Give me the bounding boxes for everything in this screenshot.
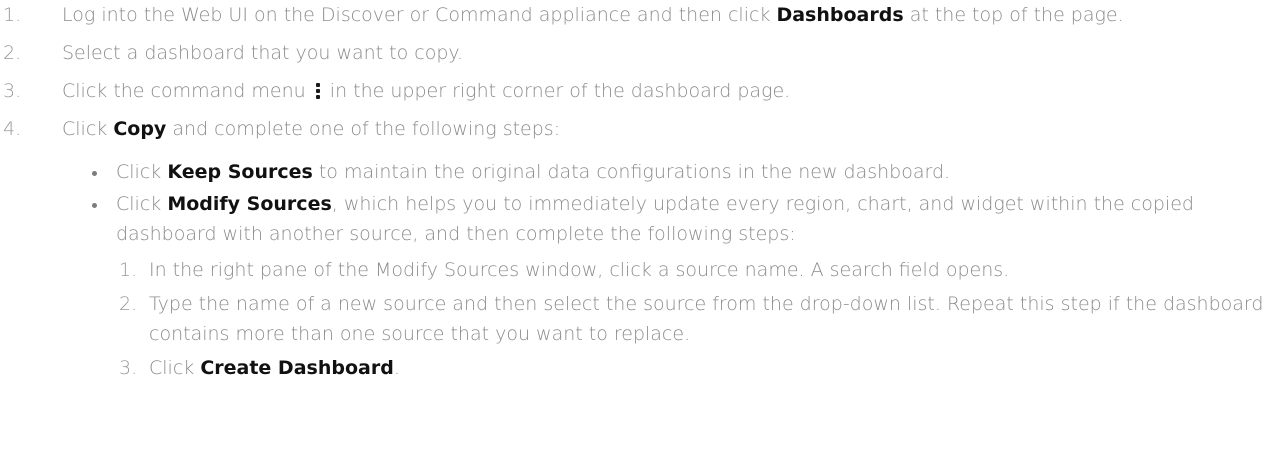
substep-number: 2. — [119, 293, 138, 315]
step-3: 3. Click the command menu in the upper r… — [0, 76, 1279, 106]
substep-text: Type the name of a new source and then s… — [149, 293, 1264, 345]
substep-1: 1. In the right pane of the Modify Sourc… — [116, 255, 1279, 285]
step-number: 1. — [3, 4, 22, 26]
copy-options: Click Keep Sources to maintain the origi… — [62, 157, 1279, 383]
substep-number: 1. — [119, 259, 138, 281]
option-modify-sources: Click Modify Sources, which helps you to… — [62, 189, 1279, 383]
step-number: 4. — [3, 118, 22, 140]
ui-term-copy: Copy — [113, 118, 167, 140]
substep-text: Click — [149, 357, 201, 379]
step-text: and complete one of the following steps: — [166, 118, 561, 140]
option-keep-sources: Click Keep Sources to maintain the origi… — [62, 157, 1279, 187]
procedure-steps: 1. Log into the Web UI on the Discover o… — [0, 0, 1279, 383]
ui-term-dashboards: Dashboards — [776, 4, 904, 26]
option-text: Click — [116, 161, 168, 183]
step-text: Log into the Web UI on the Discover or C… — [62, 4, 777, 26]
option-text: Click — [116, 193, 168, 215]
procedure-document: 1. Log into the Web UI on the Discover o… — [0, 0, 1279, 383]
step-text: Select a dashboard that you want to copy… — [62, 42, 463, 64]
step-4: 4. Click Copy and complete one of the fo… — [0, 114, 1279, 383]
step-number: 2. — [3, 42, 22, 64]
ui-term-keep-sources: Keep Sources — [167, 161, 313, 183]
step-1: 1. Log into the Web UI on the Discover o… — [0, 0, 1279, 30]
bullet-icon — [92, 203, 97, 208]
substep-2: 2. Type the name of a new source and the… — [116, 289, 1279, 349]
bullet-icon — [92, 171, 97, 176]
substep-text: . — [393, 357, 400, 379]
step-text: Click — [62, 118, 114, 140]
step-number: 3. — [3, 80, 22, 102]
command-menu-icon — [315, 82, 321, 99]
modify-sources-substeps: 1. In the right pane of the Modify Sourc… — [116, 255, 1279, 383]
step-text: at the top of the page. — [903, 4, 1124, 26]
option-text: to maintain the original data configurat… — [312, 161, 951, 183]
ui-term-create-dashboard: Create Dashboard — [200, 357, 394, 379]
step-text: Click the command menu — [62, 80, 306, 102]
substep-number: 3. — [119, 357, 138, 379]
step-2: 2. Select a dashboard that you want to c… — [0, 38, 1279, 68]
substep-3: 3. Click Create Dashboard. — [116, 353, 1279, 383]
substep-text: In the right pane of the Modify Sources … — [149, 259, 1010, 281]
ui-term-modify-sources: Modify Sources — [167, 193, 332, 215]
step-text: in the upper right corner of the dashboa… — [329, 80, 791, 102]
